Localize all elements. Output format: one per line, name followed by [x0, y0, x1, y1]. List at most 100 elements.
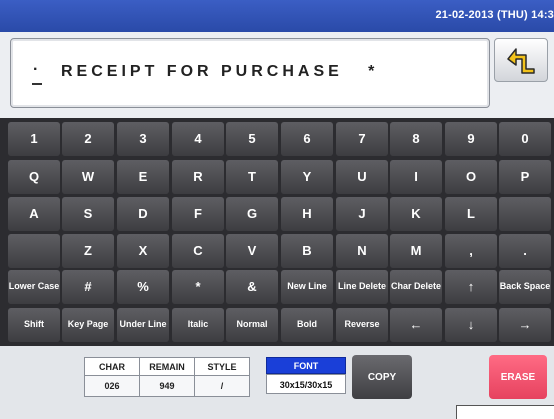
title-bar: 21-02-2013 (THU) 14:3 [0, 0, 554, 32]
key-6[interactable]: 6 [281, 122, 333, 156]
key-label: # [84, 279, 92, 295]
key-p[interactable]: P [499, 160, 551, 194]
key-label: New Line [287, 281, 327, 292]
key-4[interactable]: 4 [172, 122, 224, 156]
key-period[interactable]: . [499, 234, 551, 268]
remain-value: 949 [139, 375, 195, 397]
key-hash[interactable]: # [62, 270, 114, 304]
copy-button[interactable]: COPY [352, 355, 412, 399]
key-s[interactable]: S [62, 197, 114, 231]
key-label: S [83, 206, 93, 222]
key-h[interactable]: H [281, 197, 333, 231]
char-label: CHAR [84, 357, 140, 376]
key-percent[interactable]: % [117, 270, 169, 304]
key-label: Normal [236, 319, 268, 330]
arrow-right-key[interactable]: → [499, 308, 551, 342]
char-value: 026 [84, 375, 140, 397]
key-blank[interactable] [8, 234, 60, 268]
arrow-up-key[interactable]: ↑ [445, 270, 497, 304]
key-y[interactable]: Y [281, 160, 333, 194]
key-d[interactable]: D [117, 197, 169, 231]
arrow-right-icon: → [518, 317, 532, 333]
key-w[interactable]: W [62, 160, 114, 194]
key-label: V [247, 243, 257, 259]
key-normal[interactable]: Normal [226, 308, 278, 342]
key-m[interactable]: M [390, 234, 442, 268]
key-2[interactable]: 2 [62, 122, 114, 156]
key-italic[interactable]: Italic [172, 308, 224, 342]
key-label: E [138, 169, 148, 185]
key-v[interactable]: V [226, 234, 278, 268]
key-g[interactable]: G [226, 197, 278, 231]
key-b[interactable]: B [281, 234, 333, 268]
key-label: M [410, 243, 422, 259]
key-9[interactable]: 9 [445, 122, 497, 156]
key-f[interactable]: F [172, 197, 224, 231]
key-line-delete[interactable]: Line Delete [336, 270, 388, 304]
key-asterisk[interactable]: * [172, 270, 224, 304]
key-blank[interactable] [499, 197, 551, 231]
key-label: 1 [30, 131, 38, 147]
key-u[interactable]: U [336, 160, 388, 194]
key-lower-case[interactable]: Lower Case [8, 270, 60, 304]
key-char-delete[interactable]: Char Delete [390, 270, 442, 304]
arrow-left-key[interactable]: ← [390, 308, 442, 342]
key-n[interactable]: N [336, 234, 388, 268]
key-0[interactable]: 0 [499, 122, 551, 156]
key-key-page[interactable]: Key Page [62, 308, 114, 342]
key-reverse[interactable]: Reverse [336, 308, 388, 342]
key-label: O [465, 169, 477, 185]
key-1[interactable]: 1 [8, 122, 60, 156]
arrow-up-icon: ↑ [467, 279, 475, 295]
key-label: X [138, 243, 148, 259]
key-label: Reverse [344, 319, 380, 330]
key-bold[interactable]: Bold [281, 308, 333, 342]
key-3[interactable]: 3 [117, 122, 169, 156]
key-label: Italic [187, 319, 209, 330]
cursor-glyph: · [33, 61, 39, 78]
key-8[interactable]: 8 [390, 122, 442, 156]
key-e[interactable]: E [117, 160, 169, 194]
key-q[interactable]: Q [8, 160, 60, 194]
style-value: / [194, 375, 250, 397]
key-7[interactable]: 7 [336, 122, 388, 156]
return-arrow-icon [507, 48, 535, 74]
key-a[interactable]: A [8, 197, 60, 231]
key-label: & [247, 279, 257, 295]
key-shift[interactable]: Shift [8, 308, 60, 342]
corner-panel [456, 405, 554, 419]
key-j[interactable]: J [336, 197, 388, 231]
key-z[interactable]: Z [62, 234, 114, 268]
key-label: F [194, 206, 202, 222]
text-display[interactable]: · RECEIPT FOR PURCHASE * [10, 38, 490, 108]
key-label: Back Space [499, 281, 551, 292]
key-label: K [411, 206, 421, 222]
key-label: 9 [467, 131, 475, 147]
key-label: A [29, 206, 39, 222]
arrow-down-key[interactable]: ↓ [445, 308, 497, 342]
key-t[interactable]: T [226, 160, 278, 194]
key-label: I [414, 169, 418, 185]
key-back-space[interactable]: Back Space [499, 270, 551, 304]
key-comma[interactable]: , [445, 234, 497, 268]
erase-button[interactable]: ERASE [489, 355, 547, 399]
key-o[interactable]: O [445, 160, 497, 194]
font-value[interactable]: 30x15/30x15 [266, 374, 346, 394]
key-c[interactable]: C [172, 234, 224, 268]
key-label: 7 [358, 131, 366, 147]
key-new-line[interactable]: New Line [281, 270, 333, 304]
key-x[interactable]: X [117, 234, 169, 268]
key-label: Y [302, 169, 312, 185]
key-under-line[interactable]: Under Line [117, 308, 169, 342]
key-k[interactable]: K [390, 197, 442, 231]
key-ampersand[interactable]: & [226, 270, 278, 304]
key-l[interactable]: L [445, 197, 497, 231]
key-label: C [193, 243, 203, 259]
key-r[interactable]: R [172, 160, 224, 194]
key-5[interactable]: 5 [226, 122, 278, 156]
key-label: 4 [194, 131, 202, 147]
key-i[interactable]: I [390, 160, 442, 194]
key-label: 2 [84, 131, 92, 147]
back-button[interactable] [494, 38, 548, 82]
style-label: STYLE [194, 357, 250, 376]
